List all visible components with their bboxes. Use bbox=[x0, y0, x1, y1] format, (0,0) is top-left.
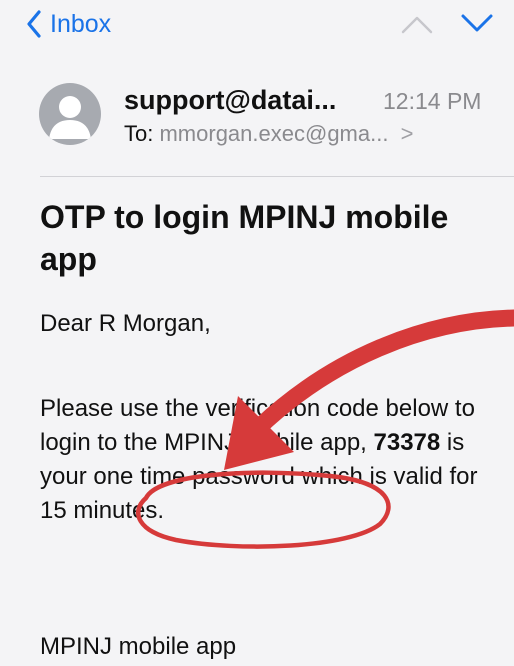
sender-avatar[interactable] bbox=[39, 83, 101, 145]
recipient-address: mmorgan.exec@gma... bbox=[159, 121, 389, 146]
back-to-inbox-button[interactable]: Inbox bbox=[26, 6, 111, 42]
next-message-button[interactable] bbox=[460, 10, 494, 38]
message-greeting: Dear R Morgan, bbox=[40, 310, 211, 337]
previous-message-button[interactable] bbox=[400, 10, 434, 38]
chevron-down-icon bbox=[461, 14, 493, 32]
chevron-right-icon: > bbox=[400, 121, 414, 146]
message-signature: MPINJ mobile app bbox=[40, 633, 237, 660]
recipient-line[interactable]: To: mmorgan.exec@gma... > bbox=[124, 121, 413, 147]
back-label: Inbox bbox=[50, 9, 112, 38]
header-divider bbox=[40, 176, 514, 177]
person-icon bbox=[49, 96, 91, 139]
message-paragraph: Please use the verification code below t… bbox=[40, 392, 500, 528]
sender-address[interactable]: support@datai... bbox=[124, 85, 336, 116]
mail-nav-bar: Inbox bbox=[0, 0, 514, 48]
chevron-up-icon bbox=[401, 16, 433, 34]
otp-code: 73378 bbox=[373, 429, 441, 456]
chevron-left-icon bbox=[27, 10, 41, 38]
message-time: 12:14 PM bbox=[383, 88, 482, 114]
message-subject: OTP to login MPINJ mobile app bbox=[40, 199, 449, 277]
to-label: To: bbox=[124, 121, 154, 146]
